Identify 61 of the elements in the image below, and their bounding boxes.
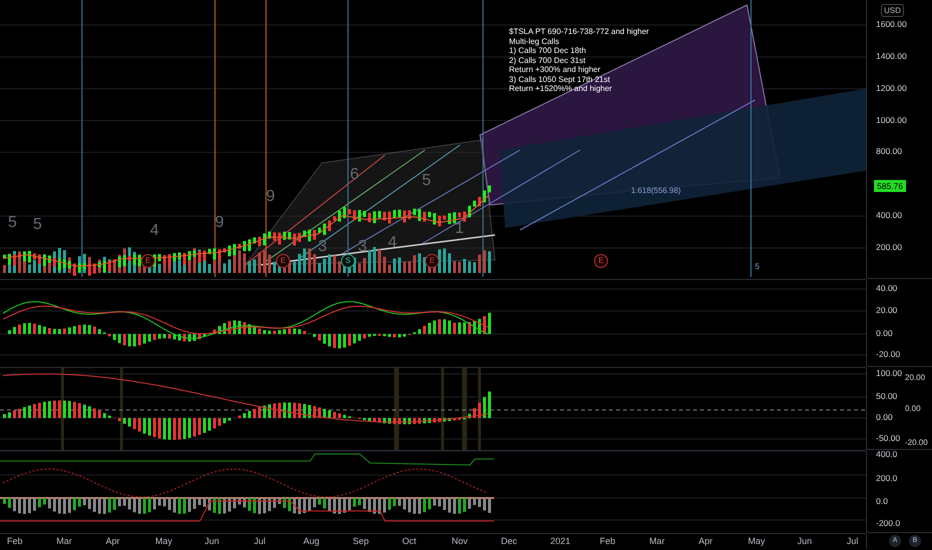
trade-plan-note: $TSLA PT 690-716-738-772 and higher Multi-leg Calls 1) Calls 700 Dec 18th 2) Calls 700 Dec 31st Return +300% and higher 3) Calls 1050 Sept 17th 21st Return +1520%% and higher — [509, 27, 649, 94]
axis-label: 20.00 — [905, 373, 926, 382]
axis-label: 400.0 — [876, 449, 898, 459]
price-axis-label: 800.00 — [876, 146, 902, 156]
time-axis-label: May — [748, 536, 766, 546]
event-marker[interactable]: E — [141, 254, 155, 268]
axis-label: 100.00 — [876, 368, 902, 378]
sequence-count-label: 9 — [215, 214, 224, 232]
time-axis-label: Sep — [352, 536, 369, 546]
event-marker[interactable]: E — [276, 254, 290, 268]
time-axis-label: Jun — [797, 536, 812, 546]
sequence-count-label: 6 — [350, 166, 359, 184]
sequence-count-label: 1 — [455, 220, 464, 238]
fib-level-label: 1.618(556.98) — [631, 186, 681, 195]
axis-label: 0.00 — [905, 404, 921, 413]
sequence-count-label: 4 — [150, 222, 159, 240]
axis-label: 20.00 — [876, 305, 898, 315]
price-axis-label: 200.00 — [876, 242, 902, 252]
time-axis-label: Feb — [600, 536, 616, 546]
price-axis-label: 1600.00 — [876, 18, 907, 29]
sequence-count-label: 9 — [266, 188, 275, 206]
axis-label: 40.00 — [876, 283, 898, 293]
axis-label: 200.0 — [876, 473, 898, 483]
time-axis-label: Apr — [106, 536, 120, 546]
price-axis-label: 400.00 — [876, 210, 902, 220]
time-axis-label: Jun — [204, 536, 220, 546]
price-axis-label: 1400.00 — [876, 50, 907, 61]
axis-label: -20.00 — [905, 438, 928, 447]
time-axis-label: 2021 — [550, 536, 570, 546]
time-axis-label: Apr — [698, 536, 713, 546]
sequence-count-label: 5 — [33, 216, 42, 234]
axis-label: -200.0 — [876, 518, 900, 528]
time-axis-label: Feb — [7, 536, 23, 546]
axis-label: 0.00 — [876, 412, 893, 422]
sequence-count-label: 3 — [358, 238, 367, 256]
last-price-tag: 585.76 — [874, 180, 906, 192]
axis-label: -50.00 — [876, 433, 900, 443]
axis-label: -20.00 — [876, 349, 900, 359]
axis-label: 0.00 — [876, 328, 893, 338]
sequence-count-label: 5 — [422, 172, 431, 190]
event-marker[interactable]: E — [594, 254, 608, 268]
price-axis-label: 1200.00 — [876, 82, 907, 93]
time-axis-label: Oct — [402, 536, 416, 546]
sequence-count-label: 4 — [388, 234, 397, 252]
time-axis-label: Mar — [56, 536, 72, 546]
axis-label: 0.0 — [876, 496, 888, 506]
event-marker[interactable]: S — [341, 254, 355, 268]
wave-label: 5 — [755, 262, 760, 271]
time-axis-label: May — [155, 536, 172, 546]
sequence-count-label: 5 — [8, 214, 17, 232]
time-axis-label: Aug — [303, 536, 320, 546]
time-axis-label: Jul — [254, 536, 266, 546]
time-axis-label: Nov — [452, 536, 468, 546]
time-axis-label: Jul — [846, 536, 858, 546]
sequence-count-label: 3 — [318, 238, 327, 256]
currency-label[interactable]: USD — [881, 4, 904, 17]
time-axis-label: Dec — [501, 536, 518, 546]
axis-label: 50.00 — [876, 391, 898, 401]
event-marker[interactable]: E — [425, 254, 439, 268]
time-axis-label: Mar — [649, 536, 665, 546]
price-axis-label: 1000.00 — [876, 114, 907, 125]
